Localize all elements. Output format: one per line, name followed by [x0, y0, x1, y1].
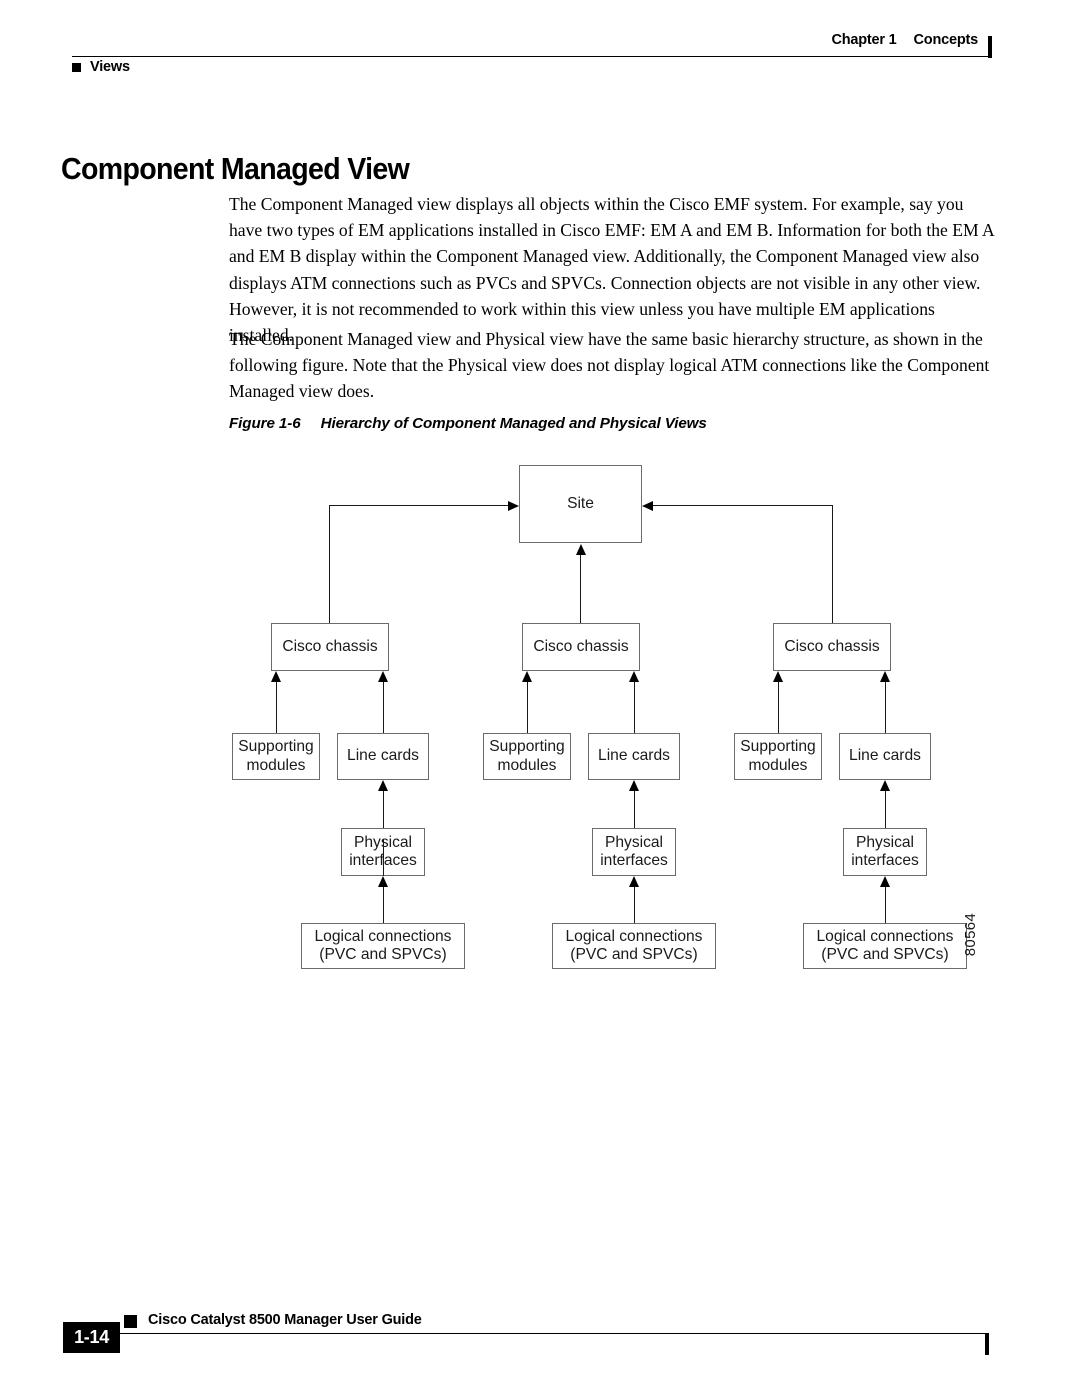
connector-right-chassis-vertical	[832, 505, 834, 623]
diagram-node-line-cards: Line cards	[588, 733, 680, 780]
arrowhead-physical-to-linecards-3	[880, 780, 890, 791]
diagram-node-logical-connections: Logical connections (PVC and SPVCs)	[552, 923, 716, 969]
diagram-node-line-cards: Line cards	[839, 733, 931, 780]
arrowhead-right-to-site	[642, 500, 653, 511]
figure-intro-paragraph-block: The Component Managed view and Physical …	[229, 326, 1001, 424]
arrowhead-logical-to-physical-2	[629, 876, 639, 887]
arrowhead-left-to-site	[508, 500, 519, 511]
square-bullet-icon	[72, 62, 81, 72]
arrowhead-linecards-to-chassis-1	[378, 671, 388, 682]
footer-edge-tick	[985, 1333, 989, 1355]
arrowhead-physical-to-linecards-1	[378, 780, 388, 791]
footer-divider	[92, 1333, 988, 1334]
arrowhead-logical-to-physical-1	[378, 876, 388, 887]
diagram-node-logical-connections: Logical connections (PVC and SPVCs)	[803, 923, 967, 969]
connector-supporting-to-chassis-3	[777, 682, 779, 733]
diagram-node-chassis: Cisco chassis	[773, 623, 891, 671]
connector-linecards-to-chassis-1	[382, 682, 384, 733]
page-header: Chapter 1 Concepts Views	[0, 0, 1080, 110]
diagram-node-physical-interfaces: Physical interfaces	[843, 828, 927, 876]
figure-number: Figure 1-6	[229, 415, 301, 432]
diagram-node-line-cards: Line cards	[337, 733, 429, 780]
page-number-badge: 1-14	[63, 1322, 120, 1353]
arrowhead-logical-to-physical-3	[880, 876, 890, 887]
diagram-node-chassis: Cisco chassis	[271, 623, 389, 671]
connector-center-chassis-vertical	[580, 555, 582, 623]
connector-logical-to-physical-3	[884, 886, 886, 923]
connector-logical-to-physical-2	[633, 886, 635, 923]
diagram-node-supporting-modules: Supporting modules	[734, 733, 822, 780]
arrowhead-supporting-to-chassis-1	[271, 671, 281, 682]
arrowhead-linecards-to-chassis-2	[629, 671, 639, 682]
connector-physical-stem-2	[633, 791, 635, 828]
breadcrumb-label: Views	[90, 59, 130, 75]
page-title: Component Managed View	[61, 150, 410, 186]
connector-logical-to-physical-1	[382, 886, 384, 923]
header-edge-tick	[988, 36, 992, 58]
connector-physical-stem-1	[382, 791, 384, 828]
connector-supporting-to-chassis-1	[275, 682, 277, 733]
diagram-node-site: Site	[519, 465, 642, 543]
hierarchy-diagram: Site Cisco chassis Supporting modules Li…	[0, 455, 1080, 995]
square-bullet-icon	[124, 1315, 137, 1328]
diagram-node-supporting-modules: Supporting modules	[483, 733, 571, 780]
connector-physical-to-linecards-1	[382, 839, 384, 876]
figure-caption: Figure 1-6 Hierarchy of Component Managed…	[229, 415, 707, 432]
breadcrumb: Views	[72, 56, 130, 78]
diagram-node-chassis: Cisco chassis	[522, 623, 640, 671]
paragraph: The Component Managed view displays all …	[229, 194, 994, 346]
connector-supporting-to-chassis-2	[526, 682, 528, 733]
connector-linecards-to-chassis-2	[633, 682, 635, 733]
diagram-node-supporting-modules: Supporting modules	[232, 733, 320, 780]
diagram-node-logical-connections: Logical connections (PVC and SPVCs)	[301, 923, 465, 969]
arrowhead-supporting-to-chassis-2	[522, 671, 532, 682]
arrowhead-supporting-to-chassis-3	[773, 671, 783, 682]
connector-right-chassis-horizontal	[653, 505, 833, 507]
connector-linecards-to-chassis-3	[884, 682, 886, 733]
header-chapter-title: Concepts	[913, 32, 979, 48]
header-chapter-number: Chapter 1	[831, 32, 897, 48]
paragraph: The Component Managed view and Physical …	[229, 329, 990, 402]
header-divider	[72, 56, 988, 57]
figure-art-id: 80564	[962, 913, 979, 957]
figure-title: Hierarchy of Component Managed and Physi…	[320, 415, 707, 432]
arrowhead-physical-to-linecards-2	[629, 780, 639, 791]
arrowhead-linecards-to-chassis-3	[880, 671, 890, 682]
header-chapter-info: Chapter 1 Concepts	[831, 32, 978, 48]
diagram-node-physical-interfaces: Physical interfaces	[592, 828, 676, 876]
arrowhead-center-to-site	[575, 544, 586, 555]
guide-title: Cisco Catalyst 8500 Manager User Guide	[148, 1312, 422, 1328]
connector-left-chassis-vertical	[329, 505, 331, 623]
connector-left-chassis-horizontal	[329, 505, 509, 507]
page-footer: 1-14 Cisco Catalyst 8500 Manager User Gu…	[0, 1290, 1080, 1370]
connector-physical-stem-3	[884, 791, 886, 828]
